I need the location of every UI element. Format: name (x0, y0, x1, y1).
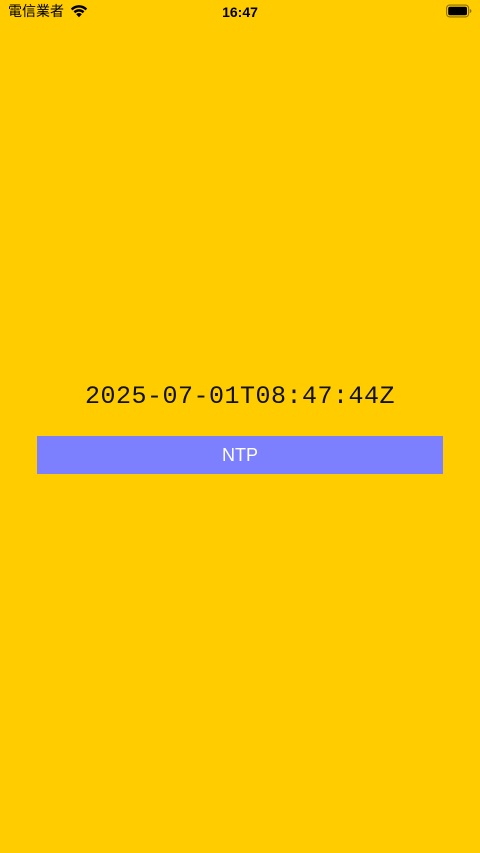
status-time: 16:47 (222, 4, 258, 20)
battery-icon (446, 4, 472, 18)
status-bar: 電信業者 16:47 (0, 0, 480, 24)
timestamp-display: 2025-07-01T08:47:44Z (84, 382, 396, 411)
ntp-button[interactable]: NTP (37, 436, 443, 474)
